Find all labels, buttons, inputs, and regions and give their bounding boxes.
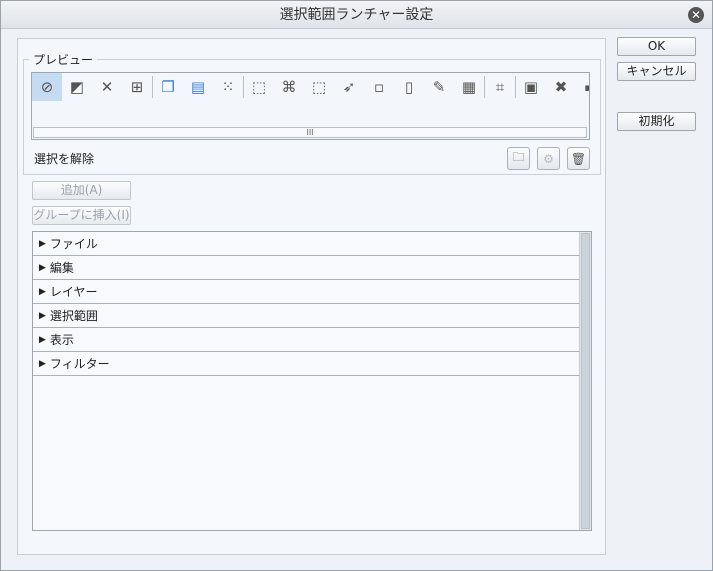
- new-layer-icon[interactable]: ▫: [364, 73, 394, 101]
- tree-item-label: 選択範囲: [49, 309, 98, 323]
- more-icon[interactable]: ▬: [576, 73, 589, 101]
- cancel-button[interactable]: キャンセル: [617, 62, 696, 81]
- fill-icon[interactable]: ➶: [334, 73, 364, 101]
- window-title: 選択範囲ランチャー設定: [279, 7, 434, 23]
- free-transform-icon[interactable]: ⬚: [304, 73, 334, 101]
- launcher-settings-dialog: 選択範囲ランチャー設定 ✕ プレビュー ⊘ ◩ ✕ ⊞ ❐ ▤ ⁙ ⬚ ⌘ ⬚ …: [0, 0, 713, 571]
- expand-selection-icon[interactable]: ✕: [92, 73, 122, 101]
- shrink-selection-icon[interactable]: ⊞: [122, 73, 152, 101]
- deselect-icon[interactable]: ⊘: [32, 73, 62, 101]
- ok-button[interactable]: OK: [617, 37, 696, 56]
- tree-item-edit[interactable]: ▶ 編集: [33, 256, 579, 280]
- transform-icon[interactable]: ⬚: [244, 73, 274, 101]
- trash-icon: 🗑: [570, 151, 587, 166]
- preview-toolbar: ⊘ ◩ ✕ ⊞ ❐ ▤ ⁙ ⬚ ⌘ ⬚ ➶ ▫ ▯ ✎ ▦ ⌗ ▣ ✖ ▬ II…: [31, 72, 590, 140]
- expand-arrow-icon[interactable]: ▶: [39, 239, 46, 249]
- copy-icon[interactable]: ❐: [153, 73, 183, 101]
- brush-icon[interactable]: ✎: [424, 73, 454, 101]
- paste-icon[interactable]: ▤: [183, 73, 213, 101]
- points-icon[interactable]: ⁙: [213, 73, 243, 101]
- gear-icon: ⚙: [543, 151, 554, 166]
- scroll-grip: III: [306, 128, 314, 137]
- folder-icon: 🗀: [512, 150, 525, 164]
- settings-button[interactable]: ⚙: [537, 147, 560, 170]
- x-icon[interactable]: ✖: [546, 73, 576, 101]
- delete-button[interactable]: 🗑: [567, 147, 590, 170]
- tree-item-label: 表示: [49, 333, 74, 347]
- tree-item-label: レイヤー: [49, 285, 98, 299]
- crop-icon[interactable]: ⌗: [485, 73, 515, 101]
- expand-arrow-icon[interactable]: ▶: [39, 263, 46, 273]
- scrollbar-thumb[interactable]: [581, 233, 590, 529]
- preview-horizontal-scrollbar[interactable]: III: [33, 127, 587, 138]
- tree-item-label: ファイル: [49, 237, 98, 251]
- tree-item-filter[interactable]: ▶ フィルター: [33, 352, 579, 376]
- add-button[interactable]: 追加(A): [32, 181, 131, 200]
- selection-layer-icon[interactable]: ▯: [394, 73, 424, 101]
- close-icon[interactable]: ✕: [688, 7, 704, 23]
- tree-item-selection[interactable]: ▶ 選択範囲: [33, 304, 579, 328]
- tree-item-label: フィルター: [49, 357, 110, 371]
- tree-item-label: 編集: [49, 261, 74, 275]
- reset-button[interactable]: 初期化: [617, 112, 696, 131]
- preview-icon-row: ⊘ ◩ ✕ ⊞ ❐ ▤ ⁙ ⬚ ⌘ ⬚ ➶ ▫ ▯ ✎ ▦ ⌗ ▣ ✖ ▬: [32, 73, 589, 101]
- command-tree: ▶ ファイル ▶ 編集 ▶ レイヤー ▶ 選択範囲 ▶ 表示 ▶ フィルター: [32, 231, 592, 531]
- expand-arrow-icon[interactable]: ▶: [39, 335, 46, 345]
- checker-icon[interactable]: ▦: [454, 73, 484, 101]
- invert-selection-icon[interactable]: ◩: [62, 73, 92, 101]
- preview-legend: プレビュー: [29, 51, 98, 68]
- tree-item-view[interactable]: ▶ 表示: [33, 328, 579, 352]
- frame-icon[interactable]: ▣: [516, 73, 546, 101]
- tree-vertical-scrollbar[interactable]: [579, 232, 591, 530]
- tree-item-layer[interactable]: ▶ レイヤー: [33, 280, 579, 304]
- tree-item-file[interactable]: ▶ ファイル: [33, 232, 579, 256]
- expand-arrow-icon[interactable]: ▶: [39, 359, 46, 369]
- expand-arrow-icon[interactable]: ▶: [39, 287, 46, 297]
- expand-arrow-icon[interactable]: ▶: [39, 311, 46, 321]
- open-folder-button[interactable]: 🗀: [507, 147, 530, 170]
- title-bar: 選択範囲ランチャー設定: [1, 1, 712, 29]
- insert-group-button[interactable]: グループに挿入(I): [32, 206, 131, 225]
- selected-action-label: 選択を解除: [34, 152, 95, 166]
- scale-icon[interactable]: ⌘: [274, 73, 304, 101]
